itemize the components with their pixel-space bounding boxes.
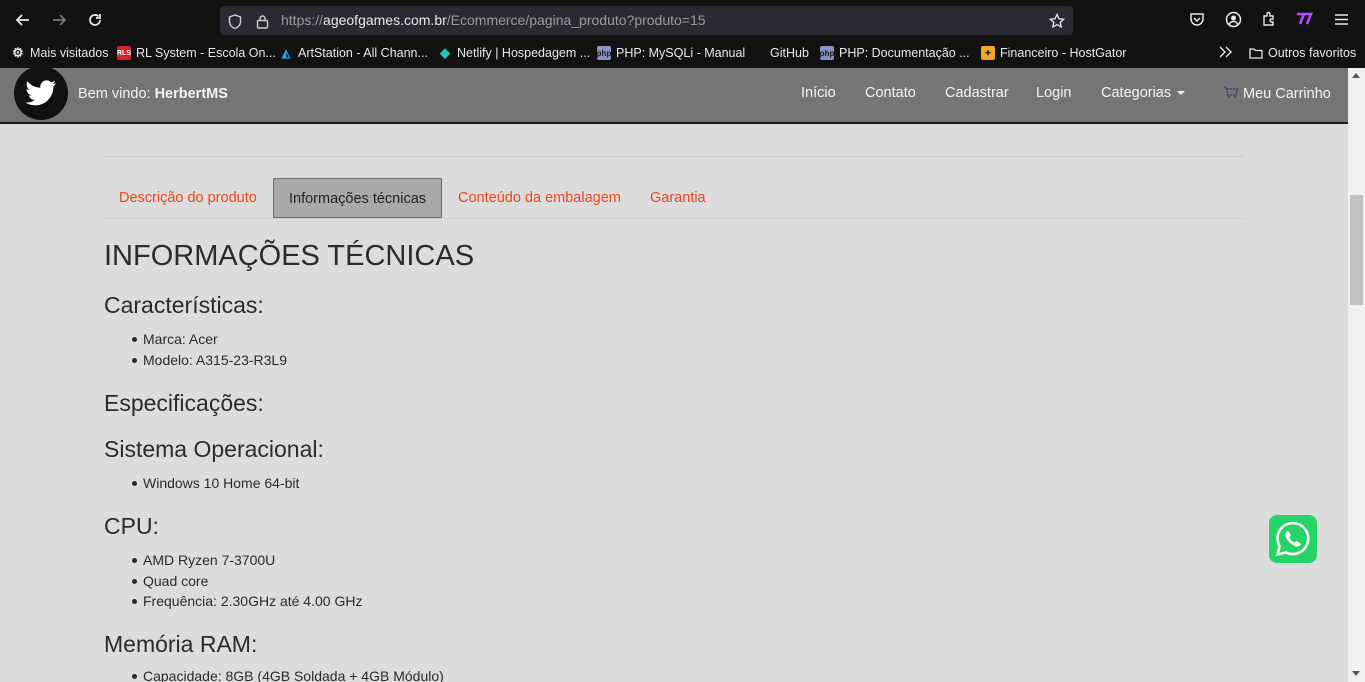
hostgator-icon: ✦ — [981, 46, 995, 60]
star-icon[interactable] — [1048, 12, 1066, 30]
tab-informacoes-tecnicas[interactable]: Informações técnicas — [273, 178, 443, 218]
heading-cpu: CPU: — [104, 513, 159, 539]
bookmarks-toolbar: ⚙ Mais visitados RLS RL System - Escola … — [0, 44, 1365, 66]
browser-toolbar: https://ageofgames.com.br/Ecommerce/pagi… — [0, 0, 1365, 68]
heading-especificacoes: Especificações: — [104, 390, 264, 416]
forward-arrow-icon[interactable] — [47, 8, 71, 32]
whatsapp-button[interactable] — [1269, 515, 1317, 563]
back-arrow-icon[interactable] — [11, 8, 35, 32]
tab-conteudo-embalagem[interactable]: Conteúdo da embalagem — [443, 178, 636, 218]
tab-garantia[interactable]: Garantia — [635, 178, 721, 218]
artstation-icon: ◭ — [281, 47, 291, 60]
list-item: Capacidade: 8GB (4GB Soldada + 4GB Módul… — [132, 666, 444, 682]
bookmark-most-visited[interactable]: ⚙ Mais visitados — [11, 45, 108, 60]
list-cpu: AMD Ryzen 7-3700U Quad core Frequência: … — [131, 550, 362, 612]
chevron-double-right-icon[interactable] — [1219, 46, 1233, 58]
shield-icon[interactable] — [226, 12, 244, 30]
bookmark-hostgator[interactable]: ✦ Financeiro - HostGator — [981, 46, 1126, 60]
nav-categorias[interactable]: Categorias — [1101, 85, 1186, 101]
list-memoria-ram: Capacidade: 8GB (4GB Soldada + 4GB Módul… — [132, 666, 444, 682]
list-caracteristicas: Marca: Acer Modelo: A315-23-R3L9 — [132, 329, 287, 371]
php-icon: php — [820, 46, 834, 60]
list-item: Quad core — [131, 571, 362, 592]
extensions-icon[interactable] — [1258, 8, 1280, 30]
bookmark-rl-system[interactable]: RLS RL System - Escola On... — [117, 46, 276, 60]
pocket-icon[interactable] — [1186, 8, 1208, 30]
product-tabs: Descrição do produto Informações técnica… — [104, 178, 1244, 219]
netlify-icon: ◆ — [440, 45, 450, 60]
lock-icon[interactable] — [253, 12, 271, 30]
scroll-down-arrow-icon[interactable] — [1352, 671, 1360, 676]
rls-favicon: RLS — [117, 46, 131, 60]
address-bar[interactable]: https://ageofgames.com.br/Ecommerce/pagi… — [220, 6, 1073, 35]
bookmark-php-docs[interactable]: php PHP: Documentação ... — [820, 46, 970, 60]
heading-caracteristicas: Características: — [104, 292, 264, 318]
scrollbar-thumb[interactable] — [1350, 195, 1363, 305]
site-navbar: Bem vindo: HerbertMS Início Contato Cada… — [0, 66, 1348, 124]
nav-cart[interactable]: Meu Carrinho — [1223, 85, 1331, 103]
welcome-text: Bem vindo: HerbertMS — [78, 86, 228, 102]
nav-cadastrar[interactable]: Cadastrar — [945, 85, 1009, 101]
github-icon — [751, 46, 765, 60]
nav-login[interactable]: Login — [1036, 85, 1071, 101]
cart-icon — [1223, 85, 1239, 103]
twitter-bird-logo-icon[interactable] — [14, 66, 68, 120]
account-icon[interactable] — [1222, 8, 1244, 30]
whatsapp-icon — [1275, 521, 1310, 557]
folder-icon — [1249, 46, 1263, 60]
php-icon: php — [597, 46, 611, 60]
list-item: Modelo: A315-23-R3L9 — [132, 350, 287, 371]
list-item: AMD Ryzen 7-3700U — [131, 550, 362, 571]
divider — [104, 156, 1244, 157]
bookmark-php-mysqli[interactable]: php PHP: MySQLi - Manual — [597, 46, 745, 60]
nav-inicio[interactable]: Início — [801, 85, 836, 101]
nav-contato[interactable]: Contato — [865, 85, 916, 101]
bookmark-github[interactable]: GitHub — [751, 46, 809, 60]
gear-icon: ⚙ — [12, 45, 24, 60]
list-item: Frequência: 2.30GHz até 4.00 GHz — [131, 591, 362, 612]
url-text[interactable]: https://ageofgames.com.br/Ecommerce/pagi… — [281, 12, 706, 28]
caret-down-icon — [1177, 91, 1186, 96]
other-bookmarks[interactable]: Outros favoritos — [1249, 46, 1356, 60]
bookmark-netlify[interactable]: ◆ Netlify | Hospedagem ... — [438, 45, 590, 60]
list-item: Windows 10 Home 64-bit — [131, 473, 299, 494]
tab-descricao[interactable]: Descrição do produto — [104, 178, 272, 218]
extension-logo-icon[interactable] — [1294, 8, 1316, 30]
reload-icon[interactable] — [83, 8, 107, 32]
list-sistema-operacional: Windows 10 Home 64-bit — [131, 473, 299, 494]
section-title: INFORMAÇÕES TÉCNICAS — [104, 240, 475, 272]
heading-sistema-operacional: Sistema Operacional: — [104, 436, 324, 462]
list-item: Marca: Acer — [132, 329, 287, 350]
scroll-up-arrow-icon[interactable] — [1352, 73, 1360, 78]
menu-icon[interactable] — [1330, 8, 1352, 30]
heading-memoria-ram: Memória RAM: — [104, 631, 258, 657]
bookmark-artstation[interactable]: ◭ ArtStation - All Chann... — [279, 46, 428, 60]
username: HerbertMS — [154, 86, 228, 102]
page-scrollbar[interactable] — [1348, 68, 1365, 682]
